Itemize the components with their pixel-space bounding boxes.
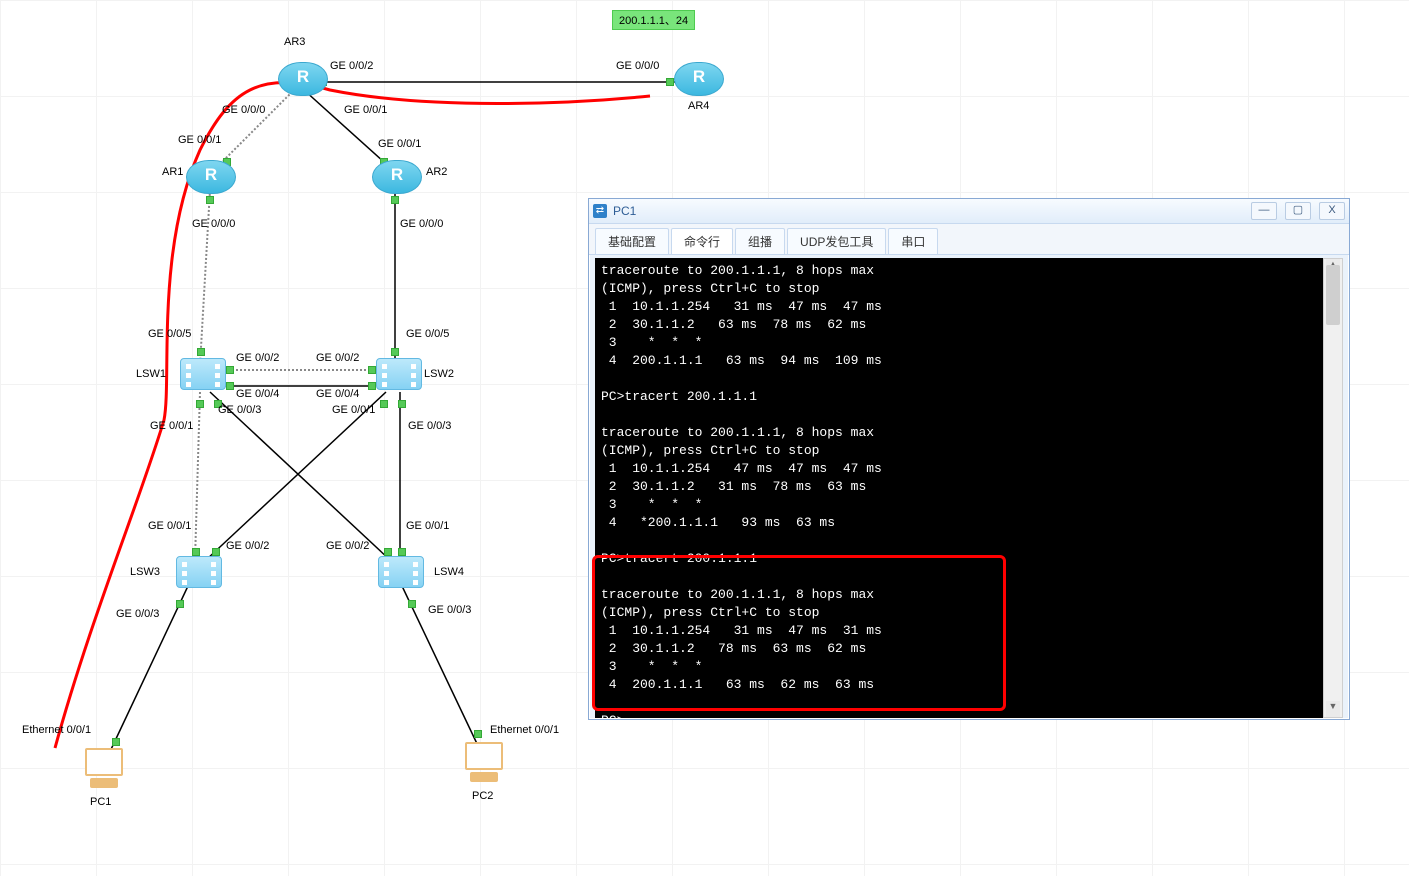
tab-basic-config[interactable]: 基础配置 (595, 228, 669, 254)
scrollbar[interactable]: ▲ ▼ (1323, 258, 1343, 718)
label-pc2: PC2 (472, 790, 493, 802)
port-label: GE 0/0/1 (332, 404, 375, 416)
scroll-down-button[interactable]: ▼ (1326, 701, 1340, 717)
tab-serial[interactable]: 串口 (888, 228, 938, 254)
port-label: GE 0/0/2 (330, 60, 373, 72)
label-ar2: AR2 (426, 166, 447, 178)
label-ar1: AR1 (162, 166, 183, 178)
ip-badge: 200.1.1.1、24 (612, 10, 695, 30)
title-bar[interactable]: PC1 — ▢ X (589, 199, 1349, 224)
port-label: GE 0/0/1 (148, 520, 191, 532)
port-label: GE 0/0/5 (406, 328, 449, 340)
port-label: GE 0/0/2 (326, 540, 369, 552)
label-lsw2: LSW2 (424, 368, 454, 380)
pc1-node[interactable] (80, 748, 128, 794)
switch-lsw3[interactable] (176, 556, 220, 596)
port-label: GE 0/0/1 (406, 520, 449, 532)
router-ar1[interactable]: R (186, 160, 234, 208)
port-label: GE 0/0/0 (222, 104, 265, 116)
port-label: Ethernet 0/0/1 (22, 724, 91, 736)
label-ar3: AR3 (284, 36, 305, 48)
port-label: GE 0/0/3 (116, 608, 159, 620)
port-label: Ethernet 0/0/1 (490, 724, 559, 736)
tab-cli[interactable]: 命令行 (671, 228, 733, 254)
port-label: GE 0/0/3 (428, 604, 471, 616)
port-label: GE 0/0/1 (178, 134, 221, 146)
pc2-node[interactable] (460, 742, 508, 788)
port-label: GE 0/0/4 (316, 388, 359, 400)
tab-bar: 基础配置 命令行 组播 UDP发包工具 串口 (589, 224, 1349, 255)
switch-lsw2[interactable] (376, 358, 420, 398)
minimize-button[interactable]: — (1251, 202, 1277, 220)
port-label: GE 0/0/1 (150, 420, 193, 432)
app-icon (593, 204, 607, 218)
tab-udp-tool[interactable]: UDP发包工具 (787, 228, 886, 254)
port-label: GE 0/0/1 (344, 104, 387, 116)
maximize-button[interactable]: ▢ (1285, 202, 1311, 220)
switch-lsw1[interactable] (180, 358, 224, 398)
label-lsw3: LSW3 (130, 566, 160, 578)
scroll-thumb[interactable] (1326, 265, 1340, 325)
port-label: GE 0/0/1 (378, 138, 421, 150)
label-lsw4: LSW4 (434, 566, 464, 578)
port-label: GE 0/0/5 (148, 328, 191, 340)
label-ar4: AR4 (688, 100, 709, 112)
switch-lsw4[interactable] (378, 556, 422, 596)
port-label: GE 0/0/0 (616, 60, 659, 72)
close-button[interactable]: X (1319, 202, 1345, 220)
port-label: GE 0/0/2 (236, 352, 279, 364)
port-label: GE 0/0/2 (226, 540, 269, 552)
port-label: GE 0/0/4 (236, 388, 279, 400)
router-ar3[interactable]: R (278, 62, 326, 110)
port-label: GE 0/0/3 (408, 420, 451, 432)
tab-multicast[interactable]: 组播 (735, 228, 785, 254)
pc1-window[interactable]: PC1 — ▢ X 基础配置 命令行 组播 UDP发包工具 串口 tracero… (588, 198, 1350, 720)
highlight-box (592, 555, 1006, 711)
router-ar2[interactable]: R (372, 160, 420, 208)
window-title: PC1 (613, 204, 1243, 218)
port-label: GE 0/0/2 (316, 352, 359, 364)
label-lsw1: LSW1 (136, 368, 166, 380)
label-pc1: PC1 (90, 796, 111, 808)
port-label: GE 0/0/0 (192, 218, 235, 230)
port-label: GE 0/0/3 (218, 404, 261, 416)
port-label: GE 0/0/0 (400, 218, 443, 230)
